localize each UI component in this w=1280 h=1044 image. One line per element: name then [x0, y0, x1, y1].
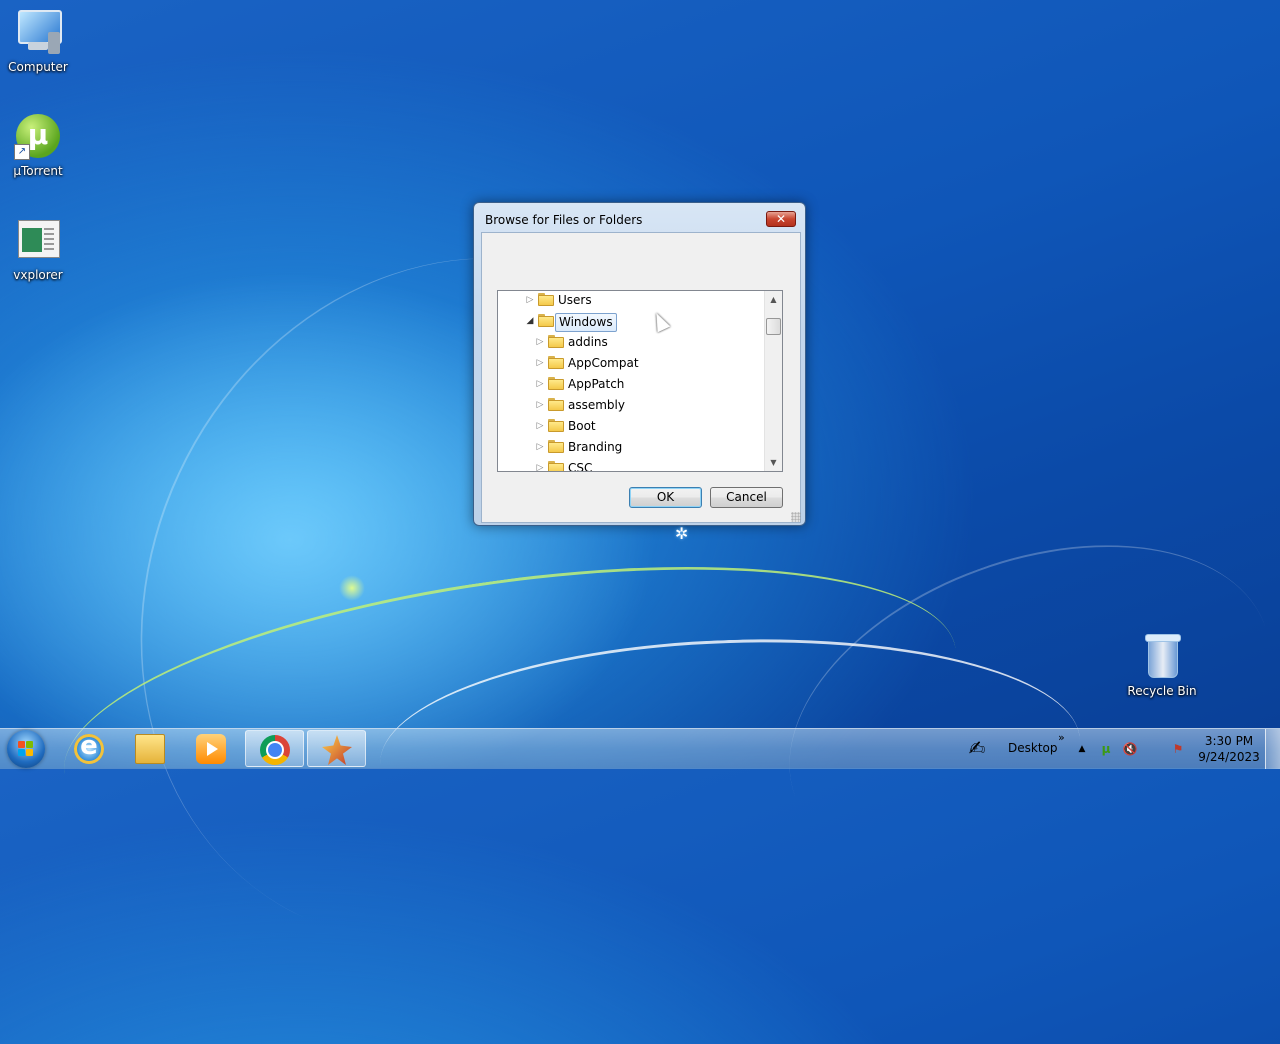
wallpaper-streak: [743, 483, 1280, 939]
folder-tree[interactable]: ▷ Users ◢ Windows ▷ addins ▷ AppCompat ▷: [497, 290, 783, 472]
expand-arrow-icon[interactable]: ▷: [535, 437, 545, 458]
folder-icon: [548, 398, 564, 411]
desktop-icon-recycle-bin[interactable]: Recycle Bin: [1124, 632, 1200, 698]
volume-muted-icon[interactable]: 🔇: [1122, 741, 1138, 757]
pen-tablet-icon[interactable]: ✍: [962, 735, 992, 761]
tree-item-assembly[interactable]: ▷ assembly: [498, 395, 766, 416]
utorrent-icon: µ ↗: [14, 112, 62, 160]
tree-item-addins[interactable]: ▷ addins: [498, 332, 766, 353]
tree-item-boot[interactable]: ▷ Boot: [498, 416, 766, 437]
expand-arrow-icon[interactable]: ▷: [535, 374, 545, 395]
vertical-scrollbar[interactable]: ▲ ▼: [764, 291, 782, 471]
desktop-icon-label: Recycle Bin: [1127, 684, 1197, 698]
desktop-icon-computer[interactable]: Computer: [0, 8, 76, 74]
collapse-arrow-icon[interactable]: ◢: [525, 311, 535, 332]
tree-item-label: assembly: [568, 398, 625, 412]
cancel-button[interactable]: Cancel: [710, 487, 783, 508]
tool-app-icon: [322, 735, 352, 765]
expand-arrow-icon[interactable]: ▷: [535, 395, 545, 416]
desktop-icon-vxplorer[interactable]: vxplorer: [0, 216, 76, 282]
tree-item-label: AppPatch: [568, 377, 625, 391]
expand-arrow-icon[interactable]: ▷: [525, 291, 535, 311]
dialog-title: Browse for Files or Folders: [485, 213, 643, 227]
scrollbar-thumb[interactable]: [766, 318, 781, 335]
tree-item-label: AppCompat: [568, 356, 639, 370]
tree-item-branding[interactable]: ▷ Branding: [498, 437, 766, 458]
tree-item-appcompat[interactable]: ▷ AppCompat: [498, 353, 766, 374]
tree-item-apppatch[interactable]: ▷ AppPatch: [498, 374, 766, 395]
toolbar-chevron-icon[interactable]: »: [1058, 731, 1065, 744]
system-clock[interactable]: 3:30 PM 9/24/2023: [1196, 733, 1262, 765]
folder-icon: [548, 377, 564, 390]
tree-item-csc[interactable]: ▷ CSC: [498, 458, 766, 472]
desktop-icon-label: µTorrent: [13, 164, 63, 178]
utorrent-tray-icon[interactable]: µ: [1098, 741, 1114, 757]
tree-item-users[interactable]: ▷ Users: [498, 291, 766, 311]
taskbar: ✍ Desktop » ▲ µ 🔇 ⚑ 3:30 PM 9/24/2023: [0, 728, 1280, 769]
vxplorer-icon: [14, 216, 62, 264]
folder-icon: [548, 335, 564, 348]
media-player-icon: [196, 734, 226, 764]
recycle-bin-icon: [1138, 632, 1186, 680]
busy-spinner-icon: ✲: [675, 524, 689, 543]
windows-logo-icon: [18, 741, 34, 757]
folder-icon: [548, 440, 564, 453]
chrome-icon: [260, 735, 290, 765]
expand-arrow-icon[interactable]: ▷: [535, 332, 545, 353]
folder-icon: [538, 293, 554, 306]
resize-grip-icon[interactable]: [791, 512, 801, 522]
clock-time: 3:30 PM: [1204, 734, 1254, 748]
folder-icon: [538, 314, 554, 327]
folder-icon: [548, 461, 564, 471]
tree-item-label: CSC: [568, 461, 593, 472]
scroll-down-arrow-icon[interactable]: ▼: [765, 454, 782, 471]
start-button[interactable]: [7, 730, 45, 768]
taskbar-internet-explorer[interactable]: [60, 730, 119, 767]
taskbar-chrome[interactable]: [245, 730, 304, 767]
scroll-up-arrow-icon[interactable]: ▲: [765, 291, 782, 308]
ok-button[interactable]: OK: [629, 487, 702, 508]
taskbar-tool-app[interactable]: [307, 730, 366, 767]
desktop-icon-label: Computer: [8, 60, 68, 74]
desktop-icon-label: vxplorer: [13, 268, 63, 282]
action-center-flag-icon[interactable]: ⚑: [1170, 741, 1186, 757]
tree-item-label-selected: Windows: [555, 313, 617, 332]
taskbar-media-player[interactable]: [182, 730, 241, 767]
browse-dialog: Browse for Files or Folders ✕ ▷ Users ◢ …: [473, 202, 806, 526]
show-hidden-icons-button[interactable]: ▲: [1074, 741, 1090, 757]
tree-item-windows[interactable]: ◢ Windows: [498, 311, 766, 332]
close-icon: ✕: [775, 212, 787, 226]
show-desktop-button[interactable]: [1265, 729, 1280, 769]
dialog-client-area: ▷ Users ◢ Windows ▷ addins ▷ AppCompat ▷: [481, 232, 801, 523]
folder-icon: [548, 419, 564, 432]
folder-icon: [548, 356, 564, 369]
tree-item-label: addins: [568, 335, 608, 349]
clock-date: 9/24/2023: [1198, 750, 1260, 764]
desktop-toolbar-label[interactable]: Desktop: [1008, 741, 1058, 755]
tree-item-label: Users: [558, 293, 592, 307]
expand-arrow-icon[interactable]: ▷: [535, 458, 545, 471]
desktop-icon-utorrent[interactable]: µ ↗ µTorrent: [0, 112, 76, 178]
computer-icon: [14, 8, 62, 56]
close-button[interactable]: ✕: [766, 211, 796, 227]
wallpaper-sparkle: [339, 575, 365, 601]
taskbar-file-explorer[interactable]: [121, 730, 180, 767]
tree-item-label: Branding: [568, 440, 623, 454]
internet-explorer-icon: [74, 731, 104, 764]
wallpaper-streak: [46, 518, 974, 905]
tree-item-label: Boot: [568, 419, 596, 433]
file-explorer-icon: [135, 734, 165, 764]
expand-arrow-icon[interactable]: ▷: [535, 353, 545, 374]
expand-arrow-icon[interactable]: ▷: [535, 416, 545, 437]
